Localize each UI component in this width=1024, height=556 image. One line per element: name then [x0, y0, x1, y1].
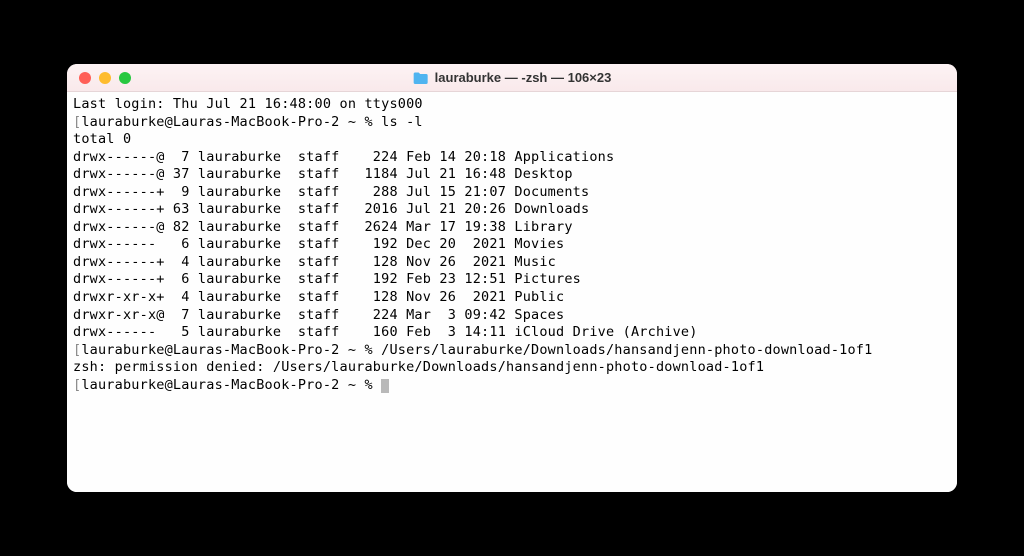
prompt-text: lauraburke@Lauras-MacBook-Pro-2 ~ % — [81, 114, 381, 130]
close-button[interactable] — [79, 72, 91, 84]
ls-entry-line: drwx------@ 7 lauraburke staff 224 Feb 1… — [73, 149, 949, 167]
prompt-text: lauraburke@Lauras-MacBook-Pro-2 ~ % — [81, 377, 381, 393]
last-login-line: Last login: Thu Jul 21 16:48:00 on ttys0… — [73, 96, 949, 114]
ls-entry-line: drwx------ 5 lauraburke staff 160 Feb 3 … — [73, 324, 949, 342]
prompt-line-3: [lauraburke@Lauras-MacBook-Pro-2 ~ % — [73, 377, 949, 395]
traffic-lights — [79, 72, 131, 84]
prompt-text: lauraburke@Lauras-MacBook-Pro-2 ~ % — [81, 342, 381, 358]
ls-entry-line: drwx------+ 4 lauraburke staff 128 Nov 2… — [73, 254, 949, 272]
command-text: /Users/lauraburke/Downloads/hansandjenn-… — [381, 342, 872, 358]
error-line: zsh: permission denied: /Users/lauraburk… — [73, 359, 949, 377]
maximize-button[interactable] — [119, 72, 131, 84]
ls-entry-line: drwx------+ 63 lauraburke staff 2016 Jul… — [73, 201, 949, 219]
titlebar[interactable]: lauraburke — -zsh — 106×23 — [67, 64, 957, 92]
terminal-body[interactable]: Last login: Thu Jul 21 16:48:00 on ttys0… — [67, 92, 957, 492]
folder-icon — [413, 71, 429, 85]
ls-entry-line: drwx------@ 37 lauraburke staff 1184 Jul… — [73, 166, 949, 184]
ls-entry-line: drwx------@ 82 lauraburke staff 2624 Mar… — [73, 219, 949, 237]
prompt-line-2: [lauraburke@Lauras-MacBook-Pro-2 ~ % /Us… — [73, 342, 949, 360]
terminal-window: lauraburke — -zsh — 106×23 Last login: T… — [67, 64, 957, 492]
window-title: lauraburke — -zsh — 106×23 — [413, 70, 612, 85]
cursor — [381, 379, 389, 393]
ls-total-line: total 0 — [73, 131, 949, 149]
ls-entry-line: drwxr-xr-x+ 4 lauraburke staff 128 Nov 2… — [73, 289, 949, 307]
prompt-line-1: [lauraburke@Lauras-MacBook-Pro-2 ~ % ls … — [73, 114, 949, 132]
ls-entry-line: drwx------+ 9 lauraburke staff 288 Jul 1… — [73, 184, 949, 202]
command-text: ls -l — [381, 114, 423, 130]
window-title-text: lauraburke — -zsh — 106×23 — [435, 70, 612, 85]
ls-entry-line: drwxr-xr-x@ 7 lauraburke staff 224 Mar 3… — [73, 307, 949, 325]
ls-entry-line: drwx------ 6 lauraburke staff 192 Dec 20… — [73, 236, 949, 254]
minimize-button[interactable] — [99, 72, 111, 84]
ls-entry-line: drwx------+ 6 lauraburke staff 192 Feb 2… — [73, 271, 949, 289]
